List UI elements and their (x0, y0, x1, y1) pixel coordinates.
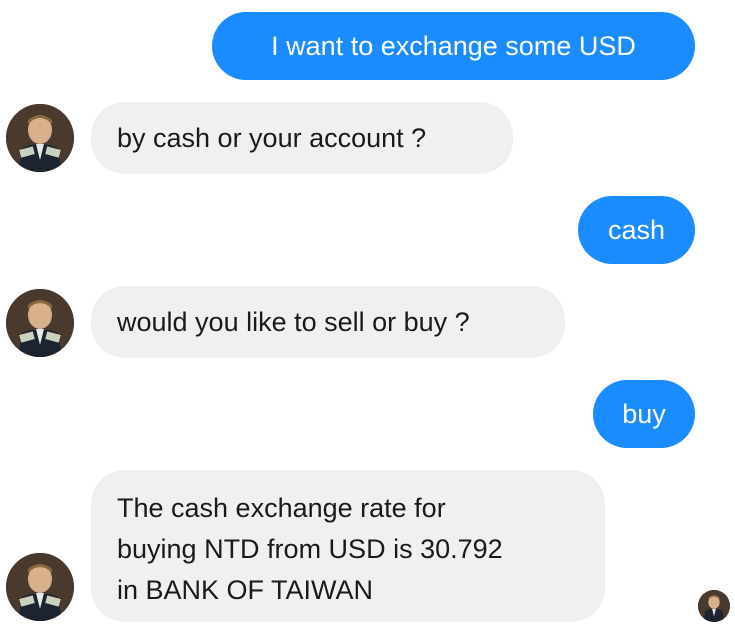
bot-avatar-icon[interactable] (6, 289, 74, 357)
user-message-bubble: cash (578, 196, 695, 264)
user-message-text: buy (622, 399, 666, 429)
bot-message-bubble: would you like to sell or buy ? (91, 286, 565, 358)
read-receipt-avatar-icon (698, 590, 730, 622)
bot-avatar-icon[interactable] (6, 553, 74, 621)
bot-message-bubble: by cash or your account ? (91, 102, 513, 174)
bot-message-text: The cash exchange rate for buying NTD fr… (117, 493, 503, 605)
user-message-bubble: buy (593, 380, 695, 448)
user-message-text: I want to exchange some USD (271, 31, 636, 61)
bot-message-text: would you like to sell or buy ? (117, 307, 470, 337)
user-message-text: cash (607, 215, 666, 245)
bot-message-text: by cash or your account ? (117, 123, 427, 153)
user-message-bubble: I want to exchange some USD (212, 12, 695, 80)
bot-message-bubble: The cash exchange rate for buying NTD fr… (91, 470, 605, 622)
bot-avatar-icon[interactable] (6, 104, 74, 172)
